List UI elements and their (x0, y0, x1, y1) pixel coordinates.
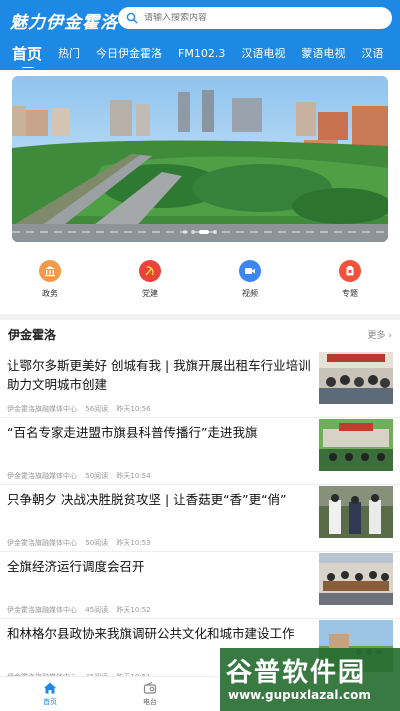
tab-today[interactable]: 今日伊金霍洛 (96, 45, 162, 61)
news-source: 伊金霍洛旗融媒体中心 (7, 405, 77, 413)
more-link[interactable]: 更多 › (368, 328, 393, 341)
tab-fm[interactable]: FM102.3 (178, 47, 225, 60)
tab-home[interactable]: 首页 (12, 43, 42, 68)
quick-nav-label: 政务 (42, 289, 58, 298)
news-thumbnail (319, 486, 393, 538)
news-source: 伊金霍洛旗融媒体中心 (7, 539, 77, 547)
watermark-url: www.gupuxlazal.com (228, 688, 371, 702)
quick-nav-label: 党建 (142, 289, 158, 298)
search-icon (126, 12, 138, 24)
news-reads: 45阅读 (85, 606, 109, 614)
news-title: 只争朝夕 决战决胜脱贫攻坚 | 让香菇更“香”更“俏” (7, 492, 287, 507)
party-building-icon (139, 260, 161, 282)
tab-mongolian-tv[interactable]: 蒙语电视 (301, 45, 345, 61)
quick-nav-label: 专题 (342, 289, 358, 298)
carousel-dot[interactable] (213, 230, 217, 234)
quick-nav-label: 视频 (242, 289, 258, 298)
banner-carousel[interactable] (12, 76, 388, 242)
news-meta: 伊金霍洛旗融媒体中心 50阅读 昨天10:54 (7, 471, 157, 481)
news-item[interactable]: “百名专家走进盟市旗县科普传播行”走进我旗 伊金霍洛旗融媒体中心 50阅读 昨天… (0, 419, 400, 485)
government-icon (39, 260, 61, 282)
carousel-dot[interactable] (183, 230, 187, 234)
news-title: “百名专家走进盟市旗县科普传播行”走进我旗 (7, 425, 258, 440)
search-input[interactable] (144, 13, 374, 23)
bottom-nav-label: 首页 (43, 698, 57, 706)
news-item[interactable]: 全旗经济运行调度会召开 伊金霍洛旗融媒体中心 45阅读 昨天10:52 (0, 553, 400, 619)
channel-tabs: 首页 热门 今日伊金霍洛 FM102.3 汉语电视 蒙语电视 汉语 (0, 38, 400, 68)
news-thumbnail (319, 553, 393, 605)
quick-nav-government[interactable]: 政务 (0, 260, 100, 306)
news-reads: 50阅读 (85, 472, 109, 480)
news-thumbnail (319, 352, 393, 404)
carousel-indicator (12, 230, 388, 234)
top-header: 魅力伊金霍洛 首页 热门 今日伊金霍洛 FM102.3 汉语电视 蒙语电视 汉语 (0, 0, 400, 70)
news-source: 伊金霍洛旗融媒体中心 (7, 472, 77, 480)
topic-icon (339, 260, 361, 282)
more-label: 更多 (367, 331, 386, 341)
search-bar[interactable] (118, 7, 392, 29)
carousel-dot-active[interactable] (199, 230, 209, 234)
carousel-dot[interactable] (191, 230, 195, 234)
news-reads: 56阅读 (85, 405, 109, 413)
news-item[interactable]: 只争朝夕 决战决胜脱贫攻坚 | 让香菇更“香”更“俏” 伊金霍洛旗融媒体中心 5… (0, 486, 400, 552)
news-time: 昨天10:54 (116, 472, 151, 480)
news-title: 让鄂尔多斯更美好 创城有我 | 我旗开展出租车行业培训助力文明城市创建 (7, 358, 311, 392)
news-source: 伊金霍洛旗融媒体中心 (7, 606, 77, 614)
bottom-nav-radio[interactable]: 电台 (100, 677, 200, 711)
news-item[interactable]: 让鄂尔多斯更美好 创城有我 | 我旗开展出租车行业培训助力文明城市创建 伊金霍洛… (0, 352, 400, 418)
quick-nav-party[interactable]: 党建 (100, 260, 200, 306)
news-time: 昨天10:52 (116, 606, 151, 614)
watermark-text: 谷普软件园 (226, 658, 367, 688)
quick-nav-video[interactable]: 视频 (200, 260, 300, 306)
quick-nav-topic[interactable]: 专题 (300, 260, 400, 306)
news-time: 昨天10:53 (116, 539, 151, 547)
news-thumbnail (319, 419, 393, 471)
quick-nav: 政务 党建 视频 专题 (0, 260, 400, 306)
news-meta: 伊金霍洛旗融媒体中心 50阅读 昨天10:53 (7, 538, 157, 548)
news-time: 昨天10:56 (116, 405, 151, 413)
tab-hot[interactable]: 热门 (58, 45, 80, 61)
tab-chinese-tv[interactable]: 汉语电视 (241, 45, 285, 61)
home-icon (44, 682, 56, 694)
app-title: 魅力伊金霍洛 (10, 13, 118, 33)
news-title: 和林格尔县政协来我旗调研公共文化和城市建设工作 (7, 626, 295, 641)
news-meta: 伊金霍洛旗融媒体中心 56阅读 昨天10:56 (7, 404, 157, 414)
news-meta: 伊金霍洛旗融媒体中心 45阅读 昨天10:52 (7, 605, 157, 615)
news-title: 全旗经济运行调度会召开 (7, 559, 145, 574)
bottom-nav-home[interactable]: 首页 (0, 677, 100, 711)
watermark-logo: 谷普软件园 www.gupuxlazal.com (220, 648, 400, 711)
bottom-nav-label: 电台 (143, 698, 157, 706)
chevron-right-icon: › (388, 331, 392, 341)
section-header: 伊金霍洛 更多 › (0, 320, 400, 346)
news-reads: 50阅读 (85, 539, 109, 547)
radio-icon (143, 681, 157, 694)
banner-image (12, 76, 388, 242)
tab-chinese[interactable]: 汉语 (361, 45, 383, 61)
video-icon (239, 260, 261, 282)
section-title: 伊金霍洛 (8, 328, 57, 342)
